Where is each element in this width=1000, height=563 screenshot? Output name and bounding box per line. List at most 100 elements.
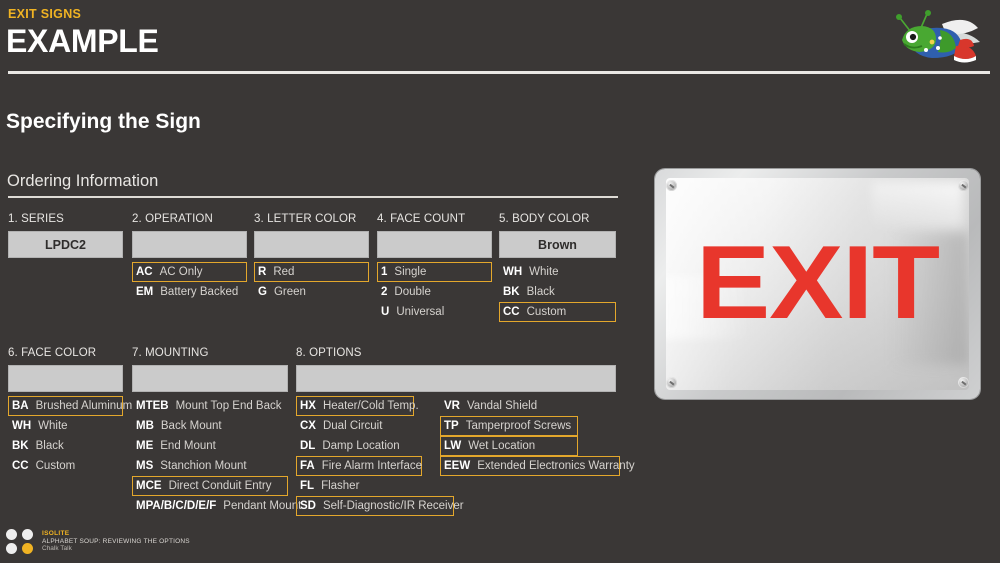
option-code: MCE: [136, 480, 162, 492]
screw-icon: [666, 377, 677, 388]
option-em[interactable]: EM Battery Backed: [132, 282, 247, 302]
exit-sign-text: EXIT: [695, 225, 940, 342]
option-desc: Extended Electronics Warranty: [477, 460, 635, 472]
column-face-count: 4. FACE COUNT 1 Single 2 Double U Univer…: [377, 213, 492, 322]
option-dl[interactable]: DL Damp Location: [296, 436, 414, 456]
column-letter-color: 3. LETTER COLOR R Red G Green: [254, 213, 369, 302]
column-heading: 2. OPERATION: [132, 213, 213, 225]
sign-face: EXIT: [666, 178, 969, 390]
face-count-value-box[interactable]: [377, 231, 492, 258]
option-code: BK: [503, 286, 520, 298]
column-heading: 7. MOUNTING: [132, 347, 209, 359]
option-u[interactable]: U Universal: [377, 302, 492, 322]
option-sd[interactable]: SD Self-Diagnostic/IR Receiver: [296, 496, 464, 516]
option-cc[interactable]: CC Custom: [499, 302, 616, 322]
option-desc: Self-Diagnostic/IR Receiver: [322, 500, 464, 512]
footer-deck-title: ALPHABET SOUP: REVIEWING THE OPTIONS: [42, 537, 190, 545]
face-count-option-list: 1 Single 2 Double U Universal: [377, 262, 492, 322]
option-code: WH: [12, 420, 32, 432]
option-code: CC: [12, 460, 29, 472]
option-desc: Fire Alarm Interface: [321, 460, 423, 472]
option-1[interactable]: 1 Single: [377, 262, 492, 282]
option-code: LW: [444, 440, 462, 452]
option-desc: Mount Top End Back: [175, 400, 282, 412]
mounting-value-box[interactable]: [132, 365, 288, 392]
dot-icon: [22, 529, 33, 540]
footer-series: Chalk Talk: [42, 545, 72, 553]
option-code: ME: [136, 440, 154, 452]
option-fl[interactable]: FL Flasher: [296, 476, 414, 496]
dot-icon: [6, 543, 17, 554]
column-mounting: 7. MOUNTING MTEB Mount Top End Back MB B…: [132, 347, 301, 516]
screw-icon: [958, 377, 969, 388]
letter-color-option-list: R Red G Green: [254, 262, 369, 302]
option-desc: Vandal Shield: [466, 400, 538, 412]
page-title: EXAMPLE: [6, 23, 159, 59]
option-bk[interactable]: BK Black: [499, 282, 616, 302]
column-options: 8. OPTIONS HX Heater/Cold Temp. CX Dual …: [296, 347, 635, 516]
header-divider: [8, 71, 990, 74]
option-desc: Black: [526, 286, 555, 298]
option-desc: Stanchion Mount: [160, 460, 247, 472]
option-fa[interactable]: FA Fire Alarm Interface: [296, 456, 422, 476]
option-code: TP: [444, 420, 459, 432]
option-code: EM: [136, 286, 154, 298]
option-tp[interactable]: TP Tamperproof Screws: [440, 416, 578, 436]
option-bk[interactable]: BK Black: [8, 436, 123, 456]
option-eew[interactable]: EEW Extended Electronics Warranty: [440, 456, 635, 476]
eyebrow-label: EXIT SIGNS: [8, 7, 82, 21]
option-g[interactable]: G Green: [254, 282, 369, 302]
option-desc: Dual Circuit: [322, 420, 383, 432]
option-mb[interactable]: MB Back Mount: [132, 416, 288, 436]
dot-icon: [6, 529, 17, 540]
option-cc[interactable]: CC Custom: [8, 456, 123, 476]
option-desc: Custom: [526, 306, 567, 318]
option-desc: Red: [273, 266, 295, 278]
option-ms[interactable]: MS Stanchion Mount: [132, 456, 288, 476]
mounting-option-list: MTEB Mount Top End Back MB Back Mount ME…: [132, 396, 301, 516]
option-desc: End Mount: [160, 440, 216, 452]
option-mteb[interactable]: MTEB Mount Top End Back: [132, 396, 288, 416]
screw-icon: [958, 180, 969, 191]
face-color-option-list: BA Brushed Aluminum WH White BK Black CC…: [8, 396, 132, 476]
option-code: CC: [503, 306, 520, 318]
option-wh[interactable]: WH White: [8, 416, 123, 436]
option-hx[interactable]: HX Heater/Cold Temp.: [296, 396, 419, 416]
option-desc: Black: [35, 440, 64, 452]
options-value-box[interactable]: [296, 365, 616, 392]
option-r[interactable]: R Red: [254, 262, 369, 282]
column-heading: 6. FACE COLOR: [8, 347, 97, 359]
option-ba[interactable]: BA Brushed Aluminum: [8, 396, 132, 416]
screw-icon: [666, 180, 677, 191]
option-lw[interactable]: LW Wet Location: [440, 436, 578, 456]
option-code: MPA/B/C/D/E/F: [136, 500, 217, 512]
face-color-value-box[interactable]: [8, 365, 123, 392]
operation-value-box[interactable]: [132, 231, 247, 258]
option-code: BA: [12, 400, 29, 412]
option-wh[interactable]: WH White: [499, 262, 616, 282]
letter-color-value-box[interactable]: [254, 231, 369, 258]
option-code: MTEB: [136, 400, 169, 412]
option-me[interactable]: ME End Mount: [132, 436, 288, 456]
option-code: R: [258, 266, 267, 278]
sign-reflection-top: [872, 182, 963, 229]
option-mpa[interactable]: MPA/B/C/D/E/F Pendant Mount: [132, 496, 301, 516]
option-2[interactable]: 2 Double: [377, 282, 492, 302]
option-ac[interactable]: AC AC Only: [132, 262, 247, 282]
option-code: SD: [300, 500, 316, 512]
option-mce[interactable]: MCE Direct Conduit Entry: [132, 476, 288, 496]
option-code: U: [381, 306, 390, 318]
option-code: WH: [503, 266, 523, 278]
option-cx[interactable]: CX Dual Circuit: [296, 416, 414, 436]
isolite-dots-icon: [6, 529, 35, 554]
option-code: MS: [136, 460, 154, 472]
option-desc: Tamperproof Screws: [465, 420, 572, 432]
body-color-value-box[interactable]: Brown: [499, 231, 616, 258]
options-secondary-list: VR Vandal Shield TP Tamperproof Screws L…: [440, 396, 635, 476]
option-vr[interactable]: VR Vandal Shield: [440, 396, 570, 416]
exit-sign-photo: EXIT: [655, 169, 980, 399]
column-heading: 5. BODY COLOR: [499, 213, 590, 225]
series-value-box[interactable]: LPDC2: [8, 231, 123, 258]
option-code: 1: [381, 266, 388, 278]
footer-brand: ISOLITE: [42, 530, 70, 538]
